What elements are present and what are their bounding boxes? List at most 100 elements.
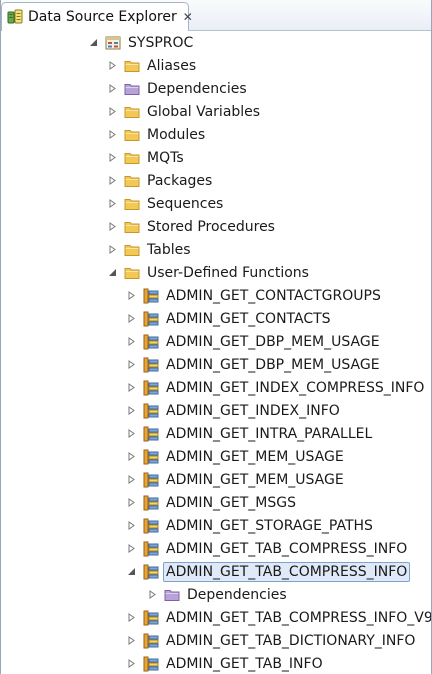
schema-icon xyxy=(105,35,121,51)
user-defined-function-icon xyxy=(143,288,159,304)
user-defined-function-icon xyxy=(143,564,159,580)
tree-item-function[interactable]: ADMIN_GET_TAB_DICTIONARY_INFO xyxy=(125,629,418,652)
tree-item-function[interactable]: ADMIN_GET_CONTACTGROUPS xyxy=(125,284,384,307)
close-icon[interactable]: ✕ xyxy=(183,11,193,23)
expand-twisty-icon[interactable] xyxy=(125,313,137,325)
tree-item-label: Modules xyxy=(147,126,206,143)
user-defined-function-icon xyxy=(143,656,159,672)
tree-item-label: Global Variables xyxy=(147,103,261,120)
tree-item-function[interactable]: ADMIN_GET_TAB_COMPRESS_INFO xyxy=(125,537,410,560)
tree-item-function-dependencies[interactable]: Dependencies xyxy=(146,583,290,606)
tree-item-function[interactable]: ADMIN_GET_INDEX_INFO xyxy=(125,399,343,422)
folder-icon xyxy=(124,196,140,212)
tree-item-function[interactable]: ADMIN_GET_MEM_USAGE xyxy=(125,468,347,491)
tree-view: SYSPROC Aliases Dependencies Global Variabl… xyxy=(1,31,431,674)
tree-item-function[interactable]: ADMIN_GET_MSGS xyxy=(125,491,299,514)
user-defined-function-icon xyxy=(143,357,159,373)
tree-item-label: ADMIN_GET_CONTACTS xyxy=(166,310,331,327)
tree-item-folder-dependencies[interactable]: Dependencies xyxy=(106,77,250,100)
folder-icon xyxy=(124,219,140,235)
user-defined-function-icon xyxy=(143,311,159,327)
tree-item-label: ADMIN_GET_MEM_USAGE xyxy=(166,471,344,488)
expand-twisty-icon[interactable] xyxy=(125,359,137,371)
tree-item-folder-user-defined-functions[interactable]: User-Defined Functions xyxy=(106,261,312,284)
tab-data-source-explorer[interactable]: Data Source Explorer ✕ xyxy=(1,2,193,31)
tab-title: Data Source Explorer xyxy=(28,9,177,25)
expand-twisty-icon[interactable] xyxy=(106,198,118,210)
tree-item-folder-packages[interactable]: Packages xyxy=(106,169,215,192)
expand-twisty-icon[interactable] xyxy=(125,543,137,555)
folder-icon xyxy=(124,104,140,120)
expand-twisty-icon[interactable] xyxy=(125,612,137,624)
expand-twisty-icon[interactable] xyxy=(125,635,137,647)
tree-item-label: ADMIN_GET_TAB_COMPRESS_INFO_V97 xyxy=(166,609,431,626)
tree-item-label: ADMIN_GET_INTRA_PARALLEL xyxy=(166,425,373,442)
expand-twisty-icon[interactable] xyxy=(125,405,137,417)
user-defined-function-icon xyxy=(143,334,159,350)
tree-item-function[interactable]: ADMIN_GET_TAB_COMPRESS_INFO xyxy=(125,560,411,583)
expand-twisty-icon[interactable] xyxy=(125,428,137,440)
tree-item-function[interactable]: ADMIN_GET_CONTACTS xyxy=(125,307,334,330)
tree-item-function[interactable]: ADMIN_GET_DBP_MEM_USAGE xyxy=(125,330,383,353)
tree-item-label: ADMIN_GET_TAB_COMPRESS_INFO xyxy=(163,561,411,582)
tree-item-folder-tables[interactable]: Tables xyxy=(106,238,194,261)
tree-item-label: Stored Procedures xyxy=(147,218,275,235)
expand-twisty-icon[interactable] xyxy=(125,451,137,463)
tree-item-folder-global-variables[interactable]: Global Variables xyxy=(106,100,263,123)
expand-twisty-icon[interactable] xyxy=(125,336,137,348)
collapse-twisty-icon[interactable] xyxy=(125,566,137,578)
user-defined-function-icon xyxy=(143,518,159,534)
expand-twisty-icon[interactable] xyxy=(106,83,118,95)
tree-item-function[interactable]: ADMIN_GET_INTRA_PARALLEL xyxy=(125,422,375,445)
expand-twisty-icon[interactable] xyxy=(106,221,118,233)
expand-twisty-icon[interactable] xyxy=(106,129,118,141)
tree-item-label: User-Defined Functions xyxy=(147,264,309,281)
tree-item-label: ADMIN_GET_CONTACTGROUPS xyxy=(166,287,381,304)
tree-item-label: ADMIN_GET_TAB_COMPRESS_INFO xyxy=(166,540,408,557)
folder-icon xyxy=(124,265,140,281)
tree-item-label: SYSPROC xyxy=(128,34,194,51)
user-defined-function-icon xyxy=(143,449,159,465)
tree-item-function[interactable]: ADMIN_GET_TAB_INFO xyxy=(125,652,326,674)
tree-item-folder-sequences[interactable]: Sequences xyxy=(106,192,226,215)
tree-item-function[interactable]: ADMIN_GET_TAB_COMPRESS_INFO_V97 xyxy=(125,606,431,629)
tree-item-sysproc[interactable]: SYSPROC xyxy=(87,31,196,54)
tree-item-folder-mqts[interactable]: MQTs xyxy=(106,146,187,169)
tree-item-label: Sequences xyxy=(147,195,224,212)
expand-twisty-icon[interactable] xyxy=(125,658,137,670)
user-defined-function-icon xyxy=(143,426,159,442)
tree-item-label: Dependencies xyxy=(187,586,287,603)
user-defined-function-icon xyxy=(143,633,159,649)
expand-twisty-icon[interactable] xyxy=(125,382,137,394)
expand-twisty-icon[interactable] xyxy=(146,589,158,601)
tree-item-function[interactable]: ADMIN_GET_DBP_MEM_USAGE xyxy=(125,353,383,376)
folder-icon xyxy=(124,242,140,258)
tree-item-folder-stored-procedures[interactable]: Stored Procedures xyxy=(106,215,278,238)
tree-item-label: Dependencies xyxy=(147,80,247,97)
tree-item-label: Aliases xyxy=(147,57,197,74)
tree-item-label: ADMIN_GET_STORAGE_PATHS xyxy=(166,517,373,534)
tree-item-folder-modules[interactable]: Modules xyxy=(106,123,208,146)
user-defined-function-icon xyxy=(143,403,159,419)
tree-item-function[interactable]: ADMIN_GET_INDEX_COMPRESS_INFO xyxy=(125,376,427,399)
expand-twisty-icon[interactable] xyxy=(125,474,137,486)
collapse-twisty-icon[interactable] xyxy=(87,37,99,49)
data-source-explorer-icon xyxy=(7,9,23,25)
expand-twisty-icon[interactable] xyxy=(106,106,118,118)
collapse-twisty-icon[interactable] xyxy=(106,267,118,279)
tree-item-label: ADMIN_GET_MEM_USAGE xyxy=(166,448,344,465)
tree-item-function[interactable]: ADMIN_GET_MEM_USAGE xyxy=(125,445,347,468)
expand-twisty-icon[interactable] xyxy=(125,290,137,302)
user-defined-function-icon xyxy=(143,541,159,557)
tree-item-label: Tables xyxy=(147,241,191,258)
expand-twisty-icon[interactable] xyxy=(106,244,118,256)
tree-item-function[interactable]: ADMIN_GET_STORAGE_PATHS xyxy=(125,514,376,537)
expand-twisty-icon[interactable] xyxy=(125,497,137,509)
expand-twisty-icon[interactable] xyxy=(106,175,118,187)
folder-icon xyxy=(124,58,140,74)
tree-item-folder-aliases[interactable]: Aliases xyxy=(106,54,199,77)
expand-twisty-icon[interactable] xyxy=(106,60,118,72)
expand-twisty-icon[interactable] xyxy=(125,520,137,532)
expand-twisty-icon[interactable] xyxy=(106,152,118,164)
dependencies-folder-icon xyxy=(124,81,140,97)
